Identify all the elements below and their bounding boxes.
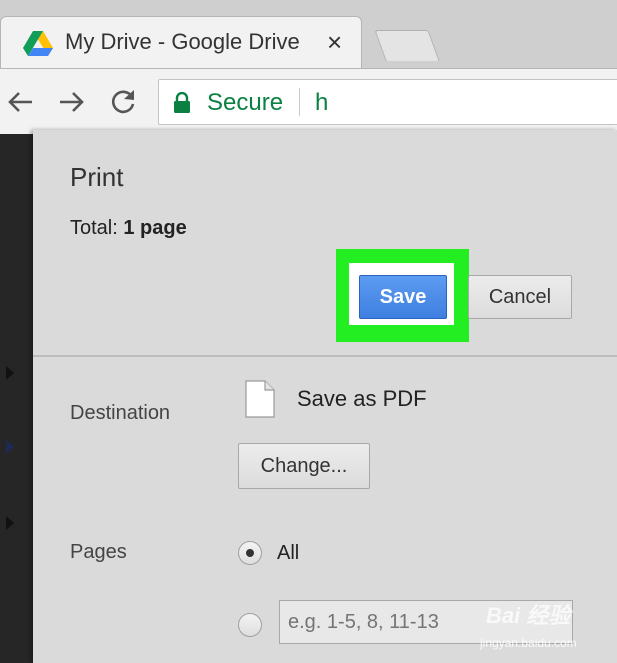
watermark-site: jingyan.baidu.com [480, 636, 577, 650]
back-arrow-icon[interactable] [6, 87, 36, 117]
new-tab-button[interactable] [374, 30, 440, 61]
expand-arrow-icon [6, 366, 14, 380]
total-label: Total: [70, 217, 118, 239]
page-total: Total: 1 page [70, 217, 187, 240]
omnibox-separator [299, 88, 300, 116]
reload-icon[interactable] [108, 87, 138, 117]
tab-title: My Drive - Google Drive [65, 29, 300, 54]
close-icon[interactable]: × [327, 27, 342, 57]
change-destination-button[interactable]: Change... [238, 443, 370, 489]
cancel-button[interactable]: Cancel [468, 275, 572, 319]
watermark: Bai 经验 jingyan.baidu.com [478, 596, 617, 663]
expand-arrow-icon [6, 440, 14, 454]
url-text[interactable]: h [315, 89, 327, 117]
save-button[interactable]: Save [359, 275, 447, 319]
expand-arrow-icon [6, 516, 14, 530]
print-dialog: Print Total: 1 page Save Cancel Destinat… [33, 130, 617, 663]
destination-value: Save as PDF [297, 386, 427, 411]
pages-all-radio[interactable] [238, 541, 262, 565]
tab-my-drive[interactable]: My Drive - Google Drive × [0, 16, 362, 68]
baidu-watermark-logo: Bai 经验 [486, 603, 571, 628]
dialog-divider [33, 355, 617, 357]
google-drive-icon [23, 29, 53, 57]
browser-toolbar: Secure h [0, 68, 617, 135]
address-bar[interactable]: Secure h [158, 79, 617, 125]
pages-all-label: All [277, 542, 300, 564]
secure-label: Secure [207, 89, 284, 116]
tab-strip: My Drive - Google Drive × [0, 0, 617, 68]
pages-label: Pages [70, 541, 127, 563]
document-icon [245, 380, 275, 423]
forward-arrow-icon[interactable] [56, 87, 86, 117]
pages-custom-radio[interactable] [238, 613, 262, 637]
total-value: 1 page [123, 217, 187, 239]
page-sidebar-strip [0, 134, 34, 663]
dialog-title: Print [70, 162, 124, 192]
lock-icon [173, 91, 191, 119]
destination-label: Destination [70, 402, 171, 424]
